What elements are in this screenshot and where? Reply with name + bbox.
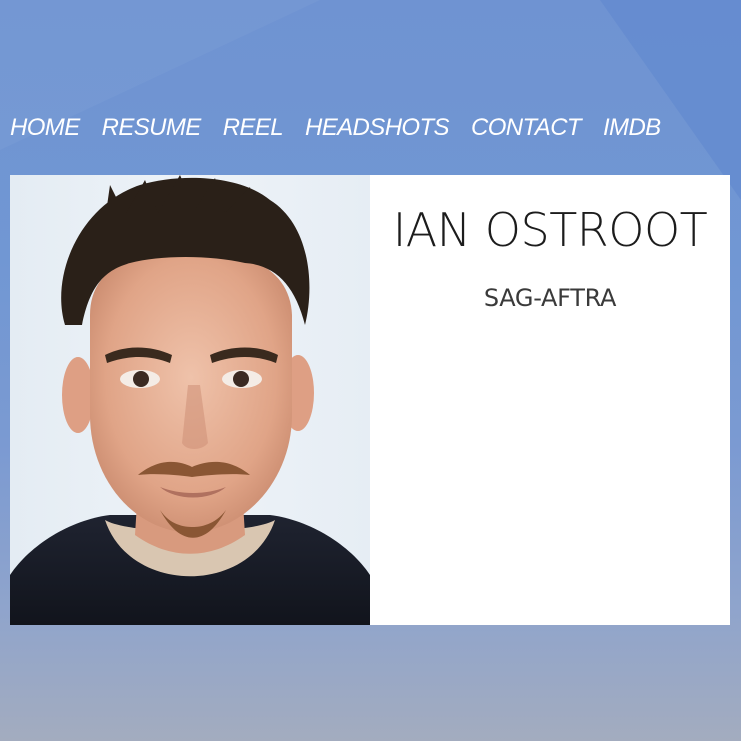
nav-contact-link[interactable]: CONTACT xyxy=(471,112,582,144)
profile-card: IAN OSTROOT SAG-AFTRA xyxy=(10,175,730,625)
nav-headshots-link[interactable]: HEADSHOTS xyxy=(305,112,450,144)
nav-home-link[interactable]: HOME xyxy=(10,112,80,144)
actor-name: IAN OSTROOT xyxy=(392,203,708,257)
union-affiliation: SAG-AFTRA xyxy=(483,284,617,312)
nav-reel-link[interactable]: REEL xyxy=(223,112,284,144)
nav-resume-link[interactable]: RESUME xyxy=(102,112,202,144)
nav-imdb-link[interactable]: IMDB xyxy=(603,112,661,144)
headshot-illustration xyxy=(10,175,370,625)
headshot-photo xyxy=(10,175,370,625)
main-navigation: HOME RESUME REEL HEADSHOTS CONTACT IMDB xyxy=(10,112,683,144)
profile-info: IAN OSTROOT SAG-AFTRA xyxy=(370,175,730,625)
